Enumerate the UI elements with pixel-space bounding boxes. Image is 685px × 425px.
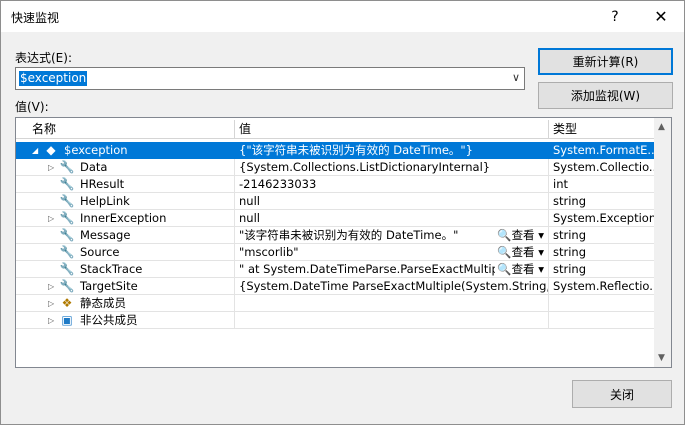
- row-value: null: [235, 193, 549, 210]
- text-visualizer-button[interactable]: 🔍查看 ▾: [495, 261, 544, 277]
- non-public-members-icon: ▣: [61, 312, 73, 327]
- row-name: Data: [80, 160, 108, 174]
- scroll-down-icon[interactable]: ▼: [658, 353, 665, 363]
- row-name: $exception: [64, 143, 128, 157]
- column-header-value[interactable]: 值: [235, 120, 549, 139]
- row-type: [549, 295, 656, 312]
- title-bar: 快速监视 ? ✕: [1, 1, 684, 32]
- collapse-icon[interactable]: ◢: [32, 142, 42, 158]
- viewer-label: 查看: [511, 262, 535, 276]
- add-watch-button[interactable]: 添加监视(W): [538, 82, 673, 109]
- row-type: string: [549, 227, 656, 244]
- row-type: string: [549, 261, 656, 278]
- table-row[interactable]: ▷ 🔧 InnerException null System.Exception: [16, 210, 656, 227]
- row-value: -2146233033: [235, 176, 549, 193]
- table-row[interactable]: ▷ ❖ 静态成员: [16, 295, 656, 312]
- viewer-label: 查看: [511, 228, 535, 242]
- expand-icon[interactable]: ▷: [48, 210, 58, 226]
- row-name: 静态成员: [80, 296, 126, 310]
- row-type: System.Collectio...: [549, 159, 656, 176]
- wrench-icon: 🔧: [59, 227, 75, 242]
- wrench-icon: 🔧: [59, 210, 75, 225]
- row-name: Message: [80, 228, 131, 242]
- wrench-icon: 🔧: [59, 278, 75, 293]
- row-name: HResult: [80, 177, 125, 191]
- row-value: "mscorlib": [239, 245, 299, 259]
- row-type: System.Exception: [549, 210, 656, 227]
- row-value: null: [235, 210, 549, 227]
- expand-icon[interactable]: ▷: [48, 159, 58, 175]
- wrench-icon: 🔧: [59, 176, 75, 191]
- row-type: [549, 312, 656, 329]
- row-value: [235, 295, 549, 312]
- row-value: " at System.DateTimeParse.ParseExactMult…: [239, 262, 514, 276]
- table-row[interactable]: ▷ 🔧 TargetSite {System.DateTime ParseExa…: [16, 278, 656, 295]
- table-row[interactable]: 🔧 Message "该字符串未被识别为有效的 DateTime。" 🔍查看 ▾…: [16, 227, 656, 244]
- chevron-down-icon[interactable]: ∨: [512, 71, 520, 84]
- dropdown-arrow-icon[interactable]: ▾: [538, 245, 544, 259]
- table-row[interactable]: 🔧 HelpLink null string: [16, 193, 656, 210]
- magnifier-icon: 🔍: [497, 245, 512, 259]
- row-type: string: [549, 244, 656, 261]
- dropdown-arrow-icon[interactable]: ▾: [538, 228, 544, 242]
- column-header-type[interactable]: 类型: [549, 120, 656, 139]
- expression-combobox[interactable]: $exception ∨: [15, 67, 525, 90]
- row-name: InnerException: [80, 211, 167, 225]
- table-row[interactable]: 🔧 Source "mscorlib" 🔍查看 ▾ string: [16, 244, 656, 261]
- row-value: [235, 312, 549, 329]
- text-visualizer-button[interactable]: 🔍查看 ▾: [495, 244, 544, 260]
- table-row[interactable]: ◢ ◆ $exception {"该字符串未被识别为有效的 DateTime。"…: [16, 142, 656, 159]
- close-window-button[interactable]: ✕: [638, 1, 684, 32]
- scroll-up-icon[interactable]: ▲: [658, 122, 665, 132]
- quickwatch-dialog: 快速监视 ? ✕ 表达式(E): $exception ∨ 重新计算(R) 添加…: [0, 0, 685, 425]
- table-row[interactable]: 🔧 HResult -2146233033 int: [16, 176, 656, 193]
- row-name: TargetSite: [80, 279, 138, 293]
- expand-icon[interactable]: ▷: [48, 295, 58, 311]
- expand-icon[interactable]: ▷: [48, 312, 58, 328]
- close-button[interactable]: 关闭: [572, 380, 672, 408]
- dropdown-arrow-icon[interactable]: ▾: [538, 262, 544, 276]
- table-row[interactable]: ▷ ▣ 非公共成员: [16, 312, 656, 329]
- column-header-name[interactable]: 名称: [16, 120, 235, 139]
- row-name: Source: [80, 245, 120, 259]
- row-value: {System.Collections.ListDictionaryIntern…: [235, 159, 549, 176]
- window-title: 快速监视: [11, 11, 60, 25]
- row-value: {System.DateTime ParseExactMultiple(Syst…: [235, 278, 549, 295]
- vertical-scrollbar[interactable]: ▲ ▼: [654, 118, 671, 367]
- row-type: System.Reflectio...: [549, 278, 656, 295]
- grid-header: 名称 值 类型: [16, 120, 656, 139]
- wrench-icon: 🔧: [59, 193, 75, 208]
- row-value: "该字符串未被识别为有效的 DateTime。": [239, 228, 459, 242]
- recalculate-button[interactable]: 重新计算(R): [538, 48, 673, 75]
- watch-grid: 名称 值 类型 ◢ ◆ $exception {"该字符串未被识别为有效的 Da…: [15, 117, 672, 368]
- expression-input[interactable]: $exception: [19, 71, 88, 86]
- value-label: 值(V):: [15, 100, 49, 114]
- magnifier-icon: 🔍: [497, 262, 512, 276]
- row-value: {"该字符串未被识别为有效的 DateTime。"}: [235, 142, 549, 159]
- row-name: StackTrace: [80, 262, 143, 276]
- help-button[interactable]: ?: [592, 1, 638, 32]
- row-type: int: [549, 176, 656, 193]
- magnifier-icon: 🔍: [497, 228, 512, 242]
- row-type: string: [549, 193, 656, 210]
- wrench-icon: 🔧: [59, 261, 75, 276]
- static-members-icon: ❖: [61, 295, 73, 310]
- table-row[interactable]: 🔧 StackTrace " at System.DateTimeParse.P…: [16, 261, 656, 278]
- wrench-icon: 🔧: [59, 244, 75, 259]
- table-row[interactable]: ▷ 🔧 Data {System.Collections.ListDiction…: [16, 159, 656, 176]
- row-name: HelpLink: [80, 194, 130, 208]
- text-visualizer-button[interactable]: 🔍查看 ▾: [495, 227, 544, 243]
- exception-icon: ◆: [46, 142, 56, 157]
- expand-icon[interactable]: ▷: [48, 278, 58, 294]
- row-type: System.FormatE...: [549, 142, 656, 159]
- wrench-icon: 🔧: [59, 159, 75, 174]
- viewer-label: 查看: [511, 245, 535, 259]
- row-name: 非公共成员: [80, 313, 138, 327]
- expression-label: 表达式(E):: [15, 51, 72, 65]
